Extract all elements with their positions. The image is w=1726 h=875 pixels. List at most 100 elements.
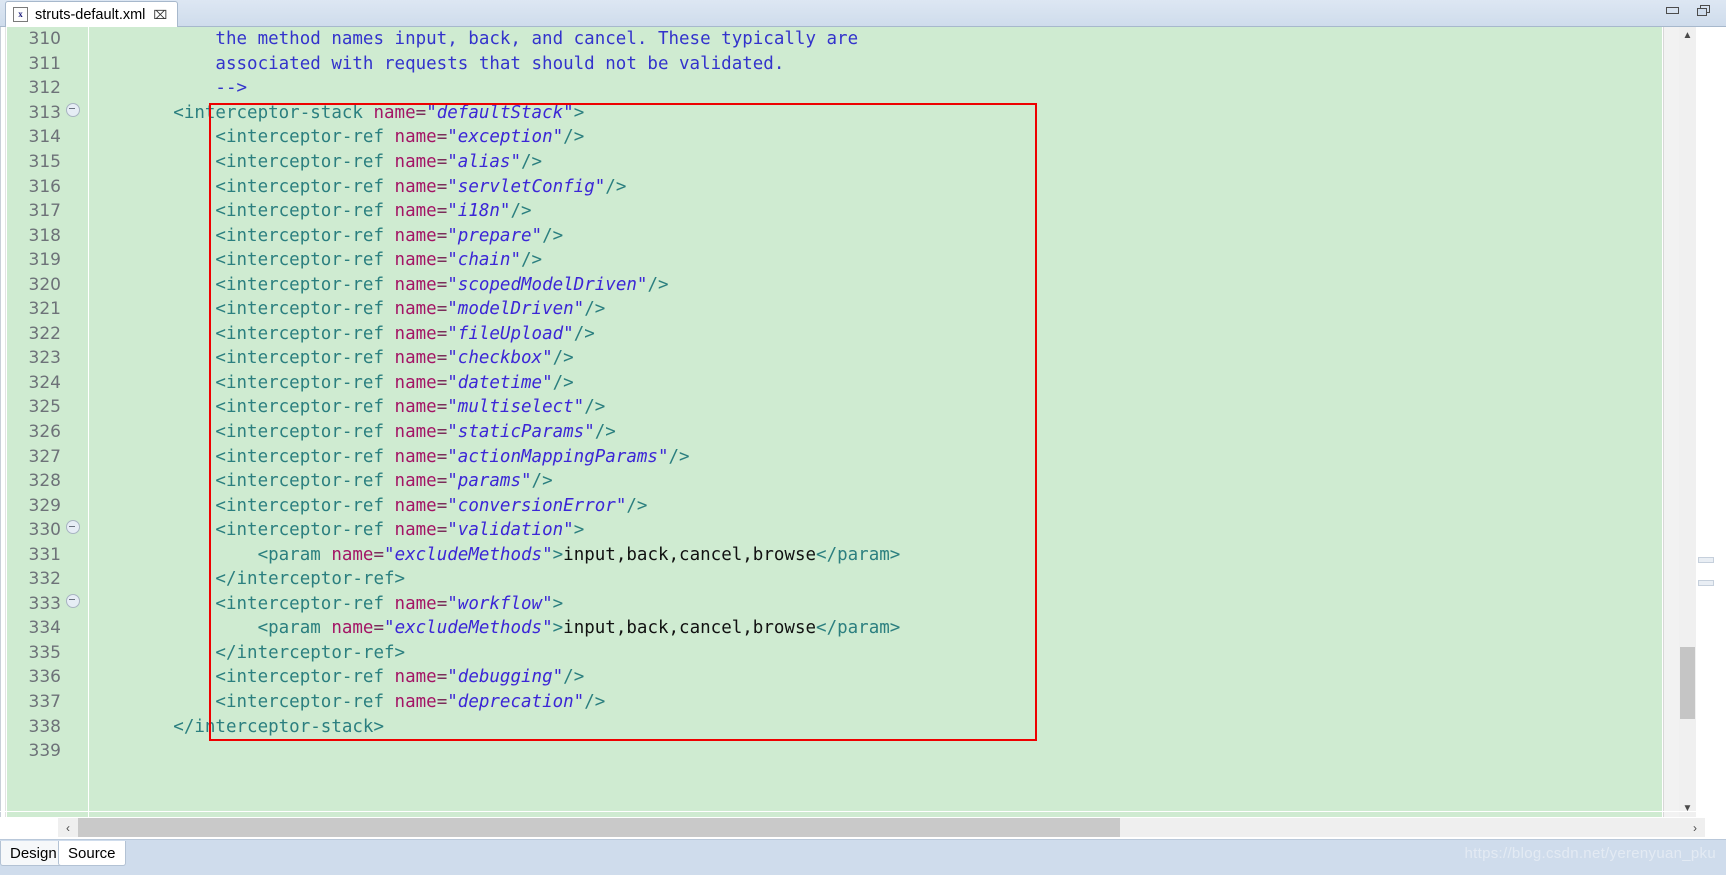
code-line[interactable]: 337 <interceptor-ref name="deprecation"/… <box>7 690 1662 715</box>
token-attr: name <box>394 201 437 222</box>
horizontal-scroll-thumb[interactable] <box>78 818 1120 837</box>
token-attr: name <box>394 495 437 516</box>
line-number: 325 <box>28 397 61 418</box>
line-number: 314 <box>28 127 61 148</box>
code-line[interactable]: 321 <interceptor-ref name="modelDriven"/… <box>7 297 1662 322</box>
token-eq: = <box>436 176 448 197</box>
code-text: <interceptor-ref name="i18n"/> <box>82 201 1662 221</box>
token-tag: <interceptor-ref <box>89 471 395 492</box>
token-tag: <interceptor-ref <box>89 299 395 320</box>
token-tag: <interceptor-ref <box>89 520 395 541</box>
tab-design[interactable]: Design <box>0 841 67 866</box>
code-line[interactable]: 324 <interceptor-ref name="datetime"/> <box>7 371 1662 396</box>
marker-bar[interactable] <box>1 27 6 817</box>
code-line[interactable]: 311 associated with requests that should… <box>7 52 1662 77</box>
xml-file-icon: x <box>13 7 28 22</box>
editor-page-tabs: Design Source https://blog.csdn.net/yere… <box>0 839 1726 875</box>
token-val: "debugging" <box>447 667 564 688</box>
token-tag: /> <box>605 176 627 197</box>
code-line[interactable]: 329 <interceptor-ref name="conversionErr… <box>7 493 1662 518</box>
code-line[interactable]: 320 <interceptor-ref name="scopedModelDr… <box>7 272 1662 297</box>
code-line[interactable]: 326 <interceptor-ref name="staticParams"… <box>7 420 1662 445</box>
fold-column[interactable] <box>63 593 82 614</box>
token-attr: name <box>394 471 437 492</box>
code-line[interactable]: 334 <param name="excludeMethods">input,b… <box>7 616 1662 641</box>
token-tag: </param> <box>816 544 901 565</box>
fold-column[interactable] <box>63 102 82 123</box>
token-eq: = <box>436 520 448 541</box>
code-line[interactable]: 314 <interceptor-ref name="exception"/> <box>7 125 1662 150</box>
code-line[interactable]: 310 the method names input, back, and ca… <box>7 27 1662 52</box>
code-line[interactable]: 315 <interceptor-ref name="alias"/> <box>7 150 1662 175</box>
code-line[interactable]: 328 <interceptor-ref name="params"/> <box>7 469 1662 494</box>
code-line[interactable]: 322 <interceptor-ref name="fileUpload"/> <box>7 322 1662 347</box>
line-number: 337 <box>28 692 61 713</box>
horizontal-scrollbar[interactable]: ‹ › <box>0 817 1726 839</box>
code-line[interactable]: 317 <interceptor-ref name="i18n"/> <box>7 199 1662 224</box>
token-val: "multiselect" <box>447 397 585 418</box>
code-text: <interceptor-ref name="conversionError"/… <box>82 496 1662 516</box>
line-number: 335 <box>28 642 61 663</box>
token-eq: = <box>436 667 448 688</box>
scroll-up-icon[interactable]: ▲ <box>1679 27 1696 44</box>
code-line[interactable]: 336 <interceptor-ref name="debugging"/> <box>7 665 1662 690</box>
collapse-icon[interactable] <box>65 593 80 608</box>
minimize-icon[interactable] <box>1665 4 1681 18</box>
line-number: 322 <box>28 323 61 344</box>
line-number: 329 <box>28 495 61 516</box>
token-tag: <interceptor-stack <box>89 102 374 123</box>
collapse-icon[interactable] <box>65 102 80 117</box>
collapse-icon[interactable] <box>65 520 80 535</box>
watermark-url: https://blog.csdn.net/yerenyuan_pku <box>1464 845 1716 862</box>
token-eq: = <box>436 495 448 516</box>
token-val: "checkbox" <box>447 348 553 369</box>
token-tag: /> <box>573 323 595 344</box>
code-line[interactable]: 330 <interceptor-ref name="validation"> <box>7 518 1662 543</box>
editor-tab-struts-default-xml[interactable]: x struts-default.xml ⌧ <box>5 1 179 27</box>
code-text: <interceptor-ref name="workflow"> <box>82 594 1662 614</box>
maximize-restore-icon[interactable] <box>1696 4 1712 18</box>
code-line[interactable]: 339 <box>7 739 1662 764</box>
scroll-down-icon[interactable]: ▼ <box>1679 800 1696 817</box>
overview-marker-2[interactable] <box>1698 580 1714 586</box>
code-line[interactable]: 338 </interceptor-stack> <box>7 714 1662 739</box>
line-number: 315 <box>28 152 61 172</box>
code-canvas[interactable]: 310 the method names input, back, and ca… <box>7 27 1662 817</box>
code-text: <interceptor-stack name="defaultStack"> <box>82 103 1662 123</box>
code-line[interactable]: 313 <interceptor-stack name="defaultStac… <box>7 101 1662 126</box>
token-tag: /> <box>552 348 574 369</box>
annotation-overview-ruler[interactable] <box>1663 27 1679 817</box>
code-line[interactable]: 316 <interceptor-ref name="servletConfig… <box>7 174 1662 199</box>
tab-source[interactable]: Source <box>58 841 126 866</box>
token-val: "excludeMethods" <box>384 544 553 565</box>
code-line[interactable]: 318 <interceptor-ref name="prepare"/> <box>7 223 1662 248</box>
code-line[interactable]: 332 </interceptor-ref> <box>7 567 1662 592</box>
code-line[interactable]: 331 <param name="excludeMethods">input,b… <box>7 542 1662 567</box>
eclipse-editor-window: x struts-default.xml ⌧ 310 the method na… <box>0 0 1726 875</box>
close-icon[interactable]: ⌧ <box>152 9 167 21</box>
overview-marker-1[interactable] <box>1698 557 1714 563</box>
scroll-right-icon[interactable]: › <box>1685 818 1705 837</box>
code-text: associated with requests that should not… <box>82 54 1662 74</box>
token-tag: <interceptor-ref <box>89 323 395 344</box>
code-line[interactable]: 333 <interceptor-ref name="workflow"> <box>7 592 1662 617</box>
vertical-scrollbar[interactable]: ▲ ▼ <box>1679 27 1696 817</box>
code-line[interactable]: 319 <interceptor-ref name="chain"/> <box>7 248 1662 273</box>
code-line[interactable]: 325 <interceptor-ref name="multiselect"/… <box>7 395 1662 420</box>
code-line[interactable]: 335 </interceptor-ref> <box>7 641 1662 666</box>
token-tag: /> <box>584 299 606 320</box>
vertical-scroll-thumb[interactable] <box>1680 647 1695 719</box>
line-number: 312 <box>28 78 61 99</box>
code-line[interactable]: 312 --> <box>7 76 1662 101</box>
token-val: "conversionError" <box>447 495 627 516</box>
code-line[interactable]: 327 <interceptor-ref name="actionMapping… <box>7 444 1662 469</box>
token-attr: name <box>394 422 437 443</box>
code-text: <interceptor-ref name="validation"> <box>82 520 1662 540</box>
token-comment: --> <box>89 78 248 99</box>
fold-column[interactable] <box>63 520 82 540</box>
code-line[interactable]: 323 <interceptor-ref name="checkbox"/> <box>7 346 1662 371</box>
code-text: <interceptor-ref name="checkbox"/> <box>82 348 1662 368</box>
scroll-left-icon[interactable]: ‹ <box>58 818 78 837</box>
editor-bottom-divider <box>0 811 1726 812</box>
token-tag: <interceptor-ref <box>89 593 395 614</box>
